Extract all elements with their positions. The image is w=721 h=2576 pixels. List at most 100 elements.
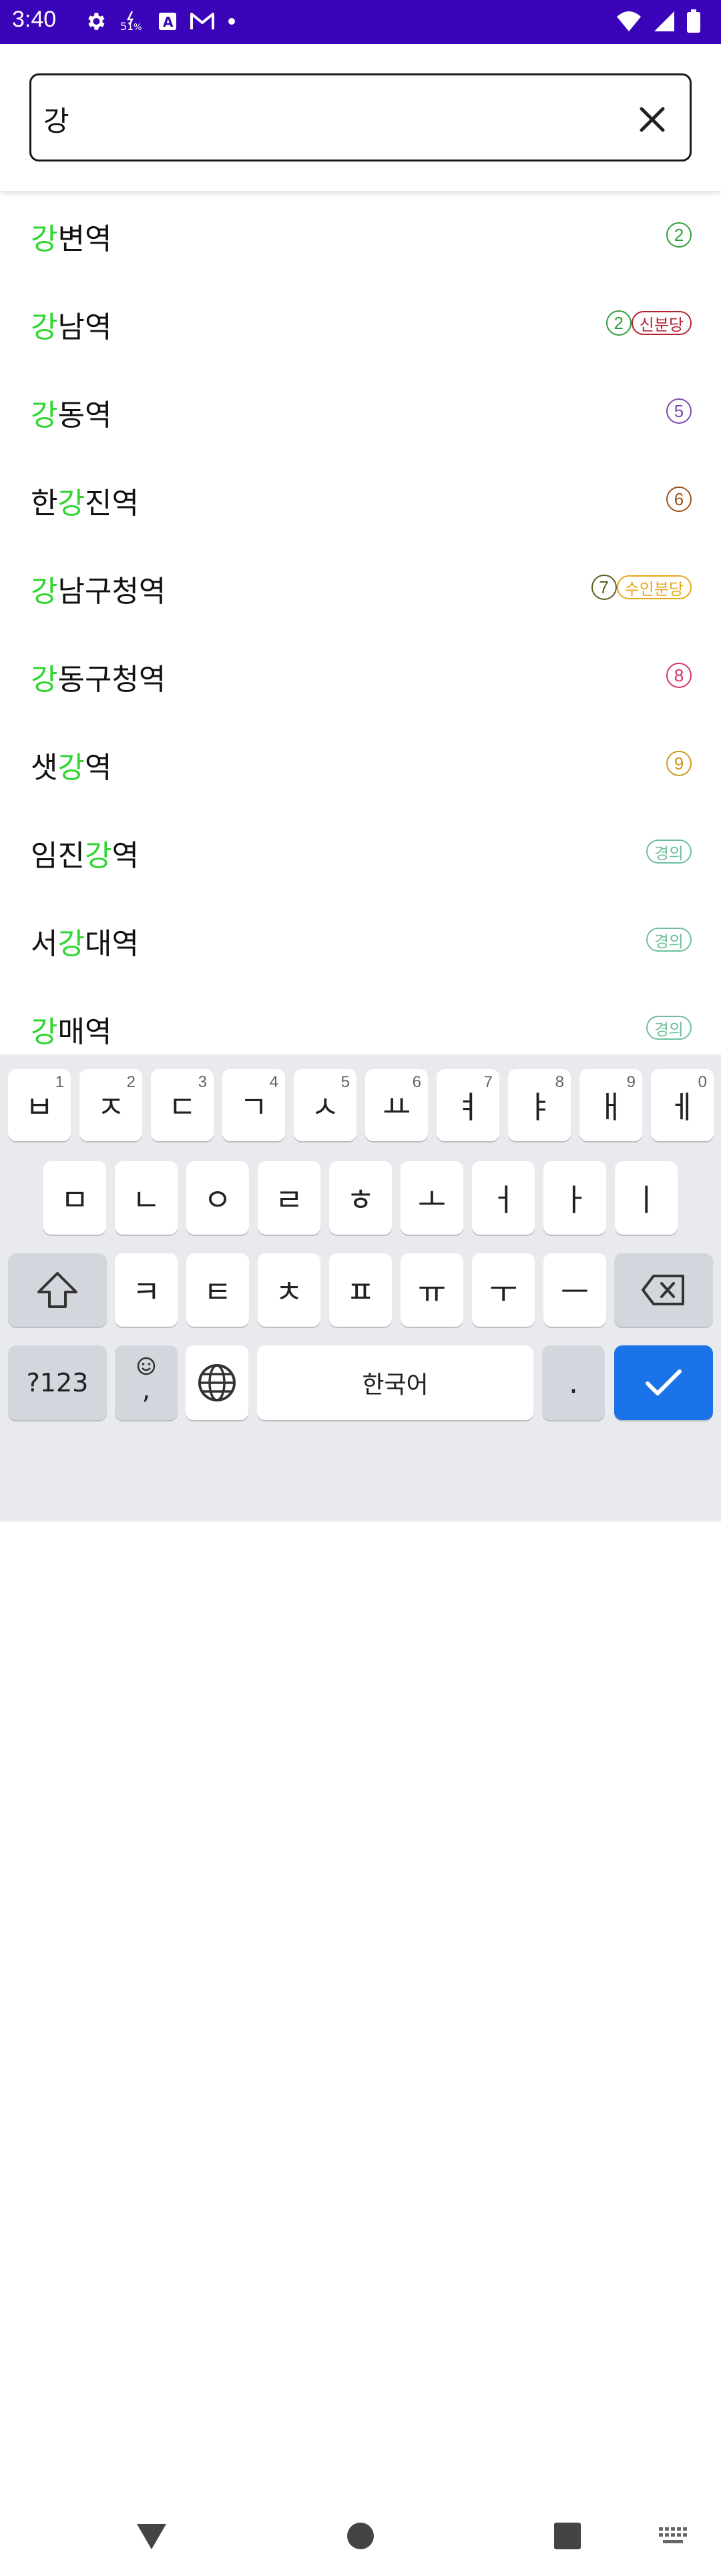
shift-key[interactable]: [8, 1253, 107, 1327]
key-8[interactable]: ㅑ8: [508, 1069, 571, 1141]
emoji-comma-key[interactable]: ,: [115, 1345, 178, 1420]
backspace-key[interactable]: [614, 1253, 713, 1327]
wifi-icon: [616, 10, 642, 33]
key-row2-5[interactable]: ㅎ: [329, 1161, 392, 1235]
key-number-hint: 3: [198, 1073, 207, 1091]
signal-icon: [653, 10, 676, 33]
station-row[interactable]: 강동구청역 8: [0, 631, 721, 719]
language-key[interactable]: [186, 1345, 248, 1420]
recents-button[interactable]: [547, 2516, 587, 2556]
key-9[interactable]: ㅐ9: [579, 1069, 642, 1141]
station-row[interactable]: 임진강역 경의: [0, 808, 721, 896]
key-7[interactable]: ㅕ7: [437, 1069, 499, 1141]
station-name-match: 강: [57, 487, 85, 521]
status-icons-left: 51% A: [84, 8, 236, 35]
checkmark-icon: [646, 1369, 682, 1395]
key-number-hint: 9: [626, 1073, 636, 1091]
station-row[interactable]: 서강대역 경의: [0, 896, 721, 984]
line-badges: 경의: [646, 926, 692, 953]
line-name-badge: 신분당: [631, 311, 692, 335]
key-row3-2[interactable]: ㅌ: [186, 1253, 249, 1327]
key-row3-5[interactable]: ㅠ: [401, 1253, 463, 1327]
key-row2-8[interactable]: ㅏ: [543, 1161, 606, 1235]
station-row[interactable]: 강변역 2: [0, 191, 721, 279]
station-name-match: 강: [31, 575, 58, 609]
key-row3-3[interactable]: ㅊ: [258, 1253, 320, 1327]
key-row3-4[interactable]: ㅍ: [329, 1253, 392, 1327]
key-label: ?123: [26, 1368, 89, 1397]
globe-icon: [198, 1364, 236, 1401]
line-name-badge: 경의: [646, 840, 692, 864]
back-button[interactable]: [132, 2516, 172, 2556]
key-row2-3[interactable]: ㅇ: [186, 1161, 249, 1235]
results-list: 강변역 2 강남역 2 신분당강동역 5 한강진역 6 강남구청역 7 수인분당 강동구청역 8 샛강역 9…: [0, 191, 721, 1054]
station-name-suffix: 역: [111, 839, 139, 873]
period-key[interactable]: .: [542, 1345, 605, 1420]
key-row2-6[interactable]: ㅗ: [401, 1161, 463, 1235]
symbols-key[interactable]: ?123: [8, 1345, 107, 1420]
key-label: ㅂ: [25, 1089, 54, 1125]
key-label: ㅗ: [417, 1182, 447, 1218]
line-number-badge: 5: [666, 398, 692, 424]
line-number-badge: 6: [666, 487, 692, 512]
search-box: [29, 73, 692, 162]
key-row3-7[interactable]: ㅡ: [543, 1253, 606, 1327]
station-name-suffix: 진역: [84, 487, 139, 521]
gmail-icon: [190, 11, 215, 31]
station-name: 강동역: [31, 391, 111, 434]
key-1[interactable]: ㅂ1: [8, 1069, 71, 1141]
station-row[interactable]: 강남구청역 7 수인분당: [0, 543, 721, 631]
station-name-suffix: 변역: [57, 222, 112, 256]
key-row3-1[interactable]: ㅋ: [115, 1253, 178, 1327]
key-label: ㅜ: [489, 1274, 518, 1310]
key-row2-4[interactable]: ㄹ: [258, 1161, 320, 1235]
station-name-prefix: 임진: [31, 839, 85, 873]
key-label: ㅅ: [310, 1089, 340, 1125]
station-name-prefix: 서: [31, 927, 58, 961]
station-name-match: 강: [57, 751, 85, 785]
key-label: ㅁ: [60, 1182, 89, 1218]
station-row[interactable]: 강동역 5: [0, 367, 721, 455]
key-row2-9[interactable]: ㅣ: [615, 1161, 678, 1235]
space-key[interactable]: 한국어: [257, 1345, 533, 1420]
station-row[interactable]: 한강진역 6: [0, 455, 721, 543]
key-number-hint: 6: [412, 1073, 421, 1091]
line-badges: 2 신분당: [606, 310, 692, 336]
recents-square-icon: [554, 2523, 581, 2549]
station-row[interactable]: 강남역 2 신분당: [0, 279, 721, 367]
key-4[interactable]: ㄱ4: [222, 1069, 285, 1141]
station-name: 강매역: [31, 1008, 111, 1050]
key-label: ㅛ: [382, 1089, 411, 1125]
enter-key[interactable]: [614, 1345, 713, 1420]
key-3[interactable]: ㄷ3: [151, 1069, 214, 1141]
station-name: 한강진역: [31, 479, 139, 522]
key-row2-7[interactable]: ㅓ: [472, 1161, 535, 1235]
station-name-match: 강: [31, 310, 58, 344]
key-row2-1[interactable]: ㅁ: [43, 1161, 106, 1235]
key-2[interactable]: ㅈ2: [79, 1069, 142, 1141]
station-name-suffix: 남구청역: [57, 575, 166, 609]
station-name: 샛강역: [31, 743, 111, 786]
line-number-badge: 9: [666, 751, 692, 776]
station-row[interactable]: 샛강역 9: [0, 719, 721, 808]
keyboard-switch-button[interactable]: [653, 2516, 693, 2556]
station-name-match: 강: [31, 398, 58, 432]
key-row2-2[interactable]: ㄴ: [115, 1161, 178, 1235]
station-name-suffix: 역: [84, 751, 112, 785]
key-10[interactable]: ㅔ0: [651, 1069, 714, 1141]
key-number-hint: 2: [126, 1073, 136, 1091]
line-name-badge: 경의: [646, 1016, 692, 1040]
search-input[interactable]: [43, 95, 618, 142]
keyboard: ㅂ 1 ㅈ 2 ㄷ 3 ㄱ 4 ㅅ 5 ㅛ 6 ㅕ 7 ㅑ 8 ㅐ 9 ㅔ 0 ㅁㄴㅇㄹㅎㅗㅓㅏㅣㅋㅌㅊㅍㅠㅜㅡ ?123…: [0, 1054, 721, 2549]
key-number-hint: 5: [340, 1073, 350, 1091]
station-row[interactable]: 강매역 경의: [0, 984, 721, 1054]
key-label: ㅇ: [203, 1182, 232, 1218]
key-label: ㄷ: [168, 1089, 197, 1125]
key-6[interactable]: ㅛ6: [365, 1069, 428, 1141]
svg-text:A: A: [163, 14, 174, 30]
key-5[interactable]: ㅅ5: [294, 1069, 356, 1141]
station-name-suffix: 동구청역: [57, 663, 166, 697]
home-button[interactable]: [340, 2516, 381, 2556]
clear-button[interactable]: [627, 94, 678, 145]
key-row3-6[interactable]: ㅜ: [472, 1253, 535, 1327]
